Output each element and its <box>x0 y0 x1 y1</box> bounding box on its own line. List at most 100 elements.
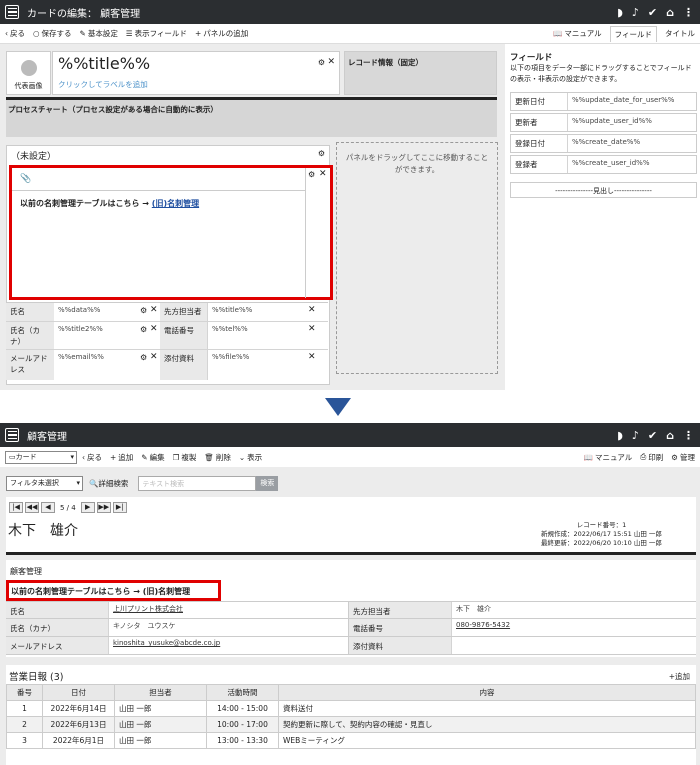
search-button[interactable]: 検索 <box>256 475 279 491</box>
field-value[interactable]: %%title%% <box>208 303 308 321</box>
edit-button[interactable]: ✎ 編集 <box>141 452 164 463</box>
tab-title[interactable]: タイトル <box>665 28 695 39</box>
field-label: メールアドレス <box>6 637 109 654</box>
close-icon[interactable]: ✕ <box>327 57 335 67</box>
close-icon[interactable]: ✕ <box>308 303 318 321</box>
field-label: 氏名 <box>6 303 54 321</box>
next-page-button[interactable]: ▶ <box>80 502 95 513</box>
shield-icon[interactable]: ◗ <box>617 6 623 19</box>
old-meishi-link[interactable]: (旧)名刺管理 <box>152 199 199 208</box>
panel-settings-icon[interactable]: ⚙ <box>318 58 325 67</box>
process-chart-label: プロセスチャート（プロセス設定がある場合に自動的に表示） <box>8 105 218 114</box>
panel-settings-icon[interactable]: ⚙ <box>140 350 150 380</box>
bell-icon[interactable]: ♪ <box>632 429 639 442</box>
manual-button[interactable]: 📖 マニュアル <box>553 28 602 39</box>
close-icon[interactable]: ✕ <box>150 322 160 349</box>
close-icon[interactable]: ✕ <box>308 322 318 349</box>
panel-settings-icon[interactable]: ⚙ <box>140 322 150 349</box>
filter-bar: フィルタ未選択 ▾ 🔍詳細検索 テキスト検索 検索 <box>6 474 696 492</box>
print-button[interactable]: ⎙ 印刷 <box>640 452 663 463</box>
sidebar-field[interactable]: 登録者 %%create_user_id%% <box>510 155 697 174</box>
panel-settings-icon[interactable]: ⚙ <box>140 303 150 321</box>
table-row[interactable]: 3 2022年6月1日 山田 一郎 13:00 - 13:30 WEBミーティン… <box>6 732 696 749</box>
check-icon[interactable]: ✔ <box>648 429 657 442</box>
field-label: 氏名 <box>6 602 109 618</box>
more-icon[interactable]: ⋮ <box>683 6 694 19</box>
heading-divider-item[interactable]: ---------------見出し--------------- <box>510 182 697 198</box>
field-value[interactable]: %%data%% <box>54 303 140 321</box>
process-chart-panel: プロセスチャート（プロセス設定がある場合に自動的に表示） <box>6 97 497 137</box>
title-field[interactable]: %%title%% <box>58 54 150 73</box>
close-icon[interactable]: ✕ <box>319 169 327 179</box>
sidebar-field[interactable]: 更新者 %%update_user_id%% <box>510 113 697 132</box>
company-link[interactable]: 上川プリント株式会社 <box>113 605 183 613</box>
field-label: 先方担当者 <box>160 303 208 321</box>
more-icon[interactable]: ⋮ <box>683 429 694 442</box>
log-add-button[interactable]: +追加 <box>669 671 690 682</box>
panel-settings-icon[interactable]: ⚙ <box>318 149 325 158</box>
field-value[interactable]: %%title2%% <box>54 322 140 349</box>
page-title: 顧客管理 <box>27 431 67 443</box>
field-row: メールアドレス %%email%% ⚙ ✕ 添付資料 %%file%% ✕ <box>6 350 328 380</box>
home-icon[interactable]: ⌂ <box>666 429 674 442</box>
first-page-button[interactable]: |◀ <box>9 502 23 513</box>
record-info-label: レコード情報（固定） <box>348 58 423 67</box>
check-icon[interactable]: ✔ <box>648 6 657 19</box>
old-meishi-link[interactable]: (旧)名刺管理 <box>143 587 190 596</box>
field-row: 氏名 %%data%% ⚙ ✕ 先方担当者 %%title%% ✕ <box>6 303 328 322</box>
advanced-search-button[interactable]: 🔍詳細検索 <box>89 478 128 489</box>
list-icon: ☰ <box>125 29 133 38</box>
sidebar-field[interactable]: 更新日付 %%update_date_for_user%% <box>510 92 697 111</box>
panel-drop-zone[interactable]: パネルをドラッグしてここに移動することができます。 <box>336 142 498 374</box>
menu-icon[interactable] <box>5 428 19 442</box>
chevron-down-icon: ▾ <box>76 479 80 487</box>
table-row[interactable]: 1 2022年6月14日 山田 一郎 14:00 - 15:00 資料送付 <box>6 700 696 717</box>
arrow-down-icon <box>325 398 351 416</box>
add-panel-button[interactable]: + パネルの追加 <box>195 28 248 39</box>
back-button[interactable]: ‹ 戻る <box>5 28 25 39</box>
basic-settings-button[interactable]: ✎ 基本設定 <box>80 28 118 39</box>
prev-page-button[interactable]: ◀ <box>41 502 55 513</box>
display-fields-button[interactable]: ☰ 表示フィールド <box>126 28 187 39</box>
manage-button[interactable]: ⚙ 管理 <box>671 452 695 463</box>
avatar-icon <box>21 60 37 76</box>
display-button[interactable]: ⌄ 表示 <box>239 452 262 463</box>
next-10-button[interactable]: ▶▶ <box>96 502 111 513</box>
field-label: 電話番号 <box>160 322 208 349</box>
panel-settings-icon[interactable]: ⚙ <box>308 170 315 179</box>
bell-icon[interactable]: ♪ <box>632 6 639 19</box>
field-value <box>452 637 460 654</box>
search-input[interactable]: テキスト検索 <box>138 475 257 491</box>
tab-fields[interactable]: フィールド <box>609 25 657 42</box>
field-value[interactable]: %%email%% <box>54 350 140 380</box>
add-button[interactable]: + 追加 <box>110 452 133 463</box>
book-icon: 📖 <box>583 452 593 462</box>
filter-select[interactable]: フィルタ未選択 ▾ <box>6 475 83 491</box>
sidebar-field[interactable]: 登録日付 %%create_date%% <box>510 134 697 153</box>
prev-10-button[interactable]: ◀◀ <box>25 502 39 513</box>
table-row[interactable]: 2 2022年6月13日 山田 一郎 10:00 - 17:00 契約更新に際し… <box>6 716 696 733</box>
rep-image-box[interactable]: 代表画像 <box>6 51 51 95</box>
save-button[interactable]: ○ 保存する <box>33 28 72 39</box>
close-icon[interactable]: ✕ <box>150 303 160 321</box>
field-label: 先方担当者 <box>349 602 452 618</box>
back-button[interactable]: ‹ 戻る <box>82 452 102 463</box>
manual-button[interactable]: 📖 マニュアル <box>584 452 633 463</box>
field-value[interactable]: %%tel%% <box>208 322 308 349</box>
add-label-link[interactable]: クリックしてラベルを追加 <box>58 79 148 90</box>
close-icon[interactable]: ✕ <box>150 350 160 380</box>
field-value[interactable]: %%file%% <box>208 350 308 380</box>
close-icon[interactable]: ✕ <box>308 350 318 380</box>
field-label: 氏名（カナ） <box>6 322 54 349</box>
shield-icon[interactable]: ◗ <box>617 429 623 442</box>
last-page-button[interactable]: ▶| <box>112 502 127 513</box>
delete-button[interactable]: 🗑 削除 <box>204 452 231 463</box>
view-select[interactable]: ▭ カード ▾ <box>5 450 77 464</box>
copy-button[interactable]: ❐ 複製 <box>173 452 197 463</box>
title-panel: %%title%% ⚙ ✕ クリックしてラベルを追加 <box>52 51 340 95</box>
email-link[interactable]: kinoshita_yusuke@abcde.co.jp <box>113 639 220 647</box>
home-icon[interactable]: ⌂ <box>666 6 674 19</box>
menu-icon[interactable] <box>5 5 19 19</box>
phone-link[interactable]: 080-9876-5432 <box>456 621 510 629</box>
printer-icon: ⎙ <box>640 452 647 461</box>
